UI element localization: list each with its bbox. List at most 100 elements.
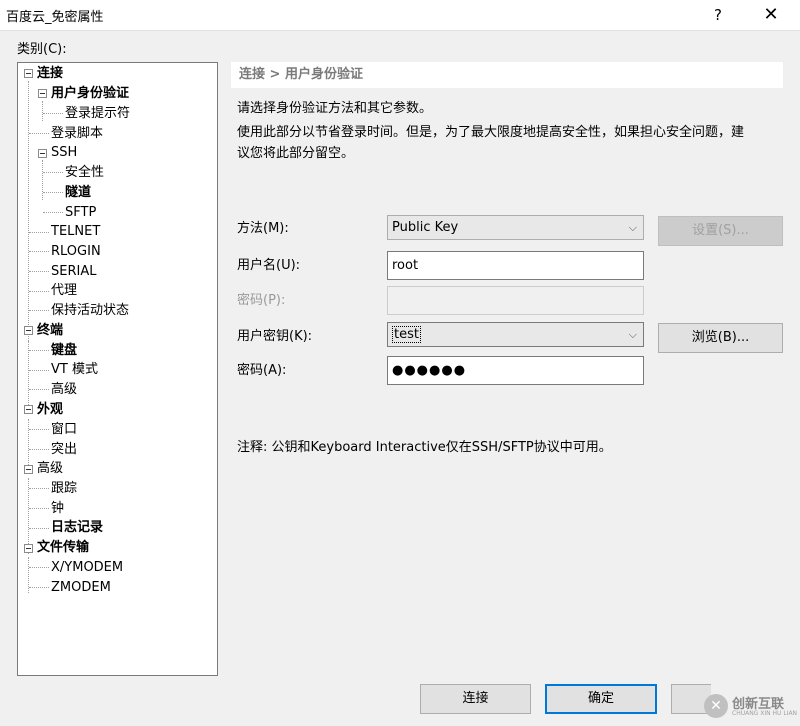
collapse-icon[interactable]: [24, 69, 33, 78]
help-button[interactable]: ?: [706, 4, 730, 26]
tree-item-advanced[interactable]: 高级: [37, 459, 63, 478]
tree-item-rlogin[interactable]: RLOGIN: [51, 242, 101, 261]
tree-connector: [29, 310, 49, 311]
chevron-down-icon: ⌵: [628, 328, 637, 341]
tree-item-label: 代理: [51, 283, 78, 298]
collapse-icon[interactable]: [24, 405, 33, 414]
tree-item-ssh[interactable]: SSH: [51, 143, 77, 162]
tree-item-label: 隧道: [65, 185, 92, 200]
tree-item-label: 文件传输: [37, 540, 90, 555]
settings-button[interactable]: 设置(S)...: [658, 216, 783, 246]
tree-item-keyboard[interactable]: 键盘: [51, 341, 77, 360]
connect-button[interactable]: 连接: [420, 684, 531, 714]
tree-item-label: 跟踪: [51, 481, 78, 496]
protocol-note: 注释: 公钥和Keyboard Interactive仅在SSH/SFTP协议中…: [237, 440, 612, 455]
user-key-value: test: [392, 326, 421, 343]
tree-item-login-script[interactable]: 登录脚本: [51, 124, 103, 143]
tree-item-label: RLOGIN: [51, 244, 101, 259]
tree-connector: [29, 488, 49, 489]
collapse-icon[interactable]: [24, 544, 33, 553]
tree-item-label: 高级: [37, 461, 64, 476]
tree-connector: [29, 567, 49, 568]
tree-connector: [29, 232, 49, 233]
tree-item-user-auth[interactable]: 用户身份验证: [51, 84, 129, 103]
tree-connector: [28, 419, 29, 465]
tree-item-serial[interactable]: SERIAL: [51, 262, 96, 281]
tree-item-vt-mode[interactable]: VT 模式: [51, 360, 98, 379]
tree-connector: [42, 101, 43, 121]
tree-connector: [29, 429, 49, 430]
collapse-icon[interactable]: [24, 465, 33, 474]
tree-item-zmodem[interactable]: ZMODEM: [51, 578, 111, 597]
user-key-label: 用户密钥(K):: [237, 329, 313, 344]
category-tree[interactable]: 连接 用户身份验证 登录提示符 登录脚本 SSH 安全性 隧道 SFTP TEL…: [17, 62, 218, 676]
tree-item-security[interactable]: 安全性: [65, 163, 104, 182]
tree-connector: [29, 271, 49, 272]
tree-item-label: VT 模式: [51, 362, 98, 377]
password-label: 密码(P):: [237, 293, 286, 308]
tree-item-label: 日志记录: [51, 520, 104, 535]
tree-item-label: X/YMODEM: [51, 560, 124, 575]
watermark-icon: ✕: [704, 694, 728, 718]
tree-item-label: 用户身份验证: [51, 86, 130, 101]
tree-item-label: 钟: [51, 501, 65, 516]
tree-connector: [28, 81, 29, 343]
tree-connector: [29, 350, 49, 351]
tree-connector: [28, 478, 29, 554]
tree-connector: [29, 389, 49, 390]
tree-connector: [29, 133, 49, 134]
tree-item-highlight[interactable]: 突出: [51, 440, 77, 459]
collapse-icon[interactable]: [24, 326, 33, 335]
description-line: 请选择身份验证方法和其它参数。: [237, 101, 433, 116]
tree-connector: [43, 172, 63, 173]
tree-item-clock[interactable]: 钟: [51, 499, 64, 518]
tree-item-label: 外观: [37, 402, 64, 417]
user-key-select[interactable]: test ⌵: [387, 322, 644, 347]
tree-connector: [43, 113, 63, 114]
collapse-icon[interactable]: [38, 149, 47, 158]
tree-item-login-prompts[interactable]: 登录提示符: [65, 104, 130, 123]
tree-item-sftp[interactable]: SFTP: [65, 203, 96, 222]
tree-item-label: SFTP: [65, 205, 97, 220]
description-line: 使用此部分以节省登录时间。但是，为了最大限度地提高安全性，如果担心安全问题，建: [237, 125, 745, 140]
tree-item-appearance[interactable]: 外观: [37, 400, 63, 419]
tree-item-tunnel[interactable]: 隧道: [65, 183, 91, 202]
tree-item-label: 高级: [51, 382, 78, 397]
tree-item-label: 保持活动状态: [51, 303, 130, 318]
tree-item-label: SSH: [51, 145, 78, 160]
tree-item-file-transfer[interactable]: 文件传输: [37, 538, 89, 557]
category-label: 类别(C):: [17, 42, 67, 57]
password-field[interactable]: [387, 286, 644, 315]
tree-connector: [42, 160, 43, 200]
username-label: 用户名(U):: [237, 258, 301, 273]
tree-item-proxy[interactable]: 代理: [51, 281, 77, 300]
passphrase-field[interactable]: ●●●●●●: [387, 356, 644, 385]
watermark-logo: ✕ 创新互联 CHUANG XIN HU LIAN: [700, 688, 800, 726]
tree-connector: [29, 251, 49, 252]
ok-button[interactable]: 确定: [545, 684, 657, 714]
tree-connector: [29, 508, 49, 509]
title-bar: 百度云_免密属性 ? ✕: [0, 0, 800, 31]
tree-item-window[interactable]: 窗口: [51, 420, 77, 439]
chevron-down-icon: ⌵: [628, 221, 637, 234]
tree-item-xymodem[interactable]: X/YMODEM: [51, 558, 123, 577]
tree-item-terminal[interactable]: 终端: [37, 321, 63, 340]
tree-item-terminal-advanced[interactable]: 高级: [51, 380, 77, 399]
method-value: Public Key: [392, 220, 459, 235]
tree-item-label: 窗口: [51, 422, 78, 437]
breadcrumb: 连接 > 用户身份验证: [231, 62, 783, 88]
method-label: 方法(M):: [237, 221, 289, 236]
method-select[interactable]: Public Key ⌵: [387, 215, 644, 240]
tree-connector: [29, 528, 49, 529]
browse-button[interactable]: 浏览(B)...: [658, 323, 783, 353]
tree-item-trace[interactable]: 跟踪: [51, 479, 77, 498]
tree-item-telnet[interactable]: TELNET: [51, 222, 100, 241]
tree-item-logging[interactable]: 日志记录: [51, 518, 103, 537]
username-field[interactable]: root: [387, 251, 644, 280]
tree-item-label: SERIAL: [51, 264, 97, 279]
close-button[interactable]: ✕: [756, 3, 786, 27]
tree-item-label: 键盘: [51, 343, 78, 358]
collapse-icon[interactable]: [38, 89, 47, 98]
tree-item-connection[interactable]: 连接: [37, 64, 63, 83]
tree-item-keepalive[interactable]: 保持活动状态: [51, 301, 129, 320]
